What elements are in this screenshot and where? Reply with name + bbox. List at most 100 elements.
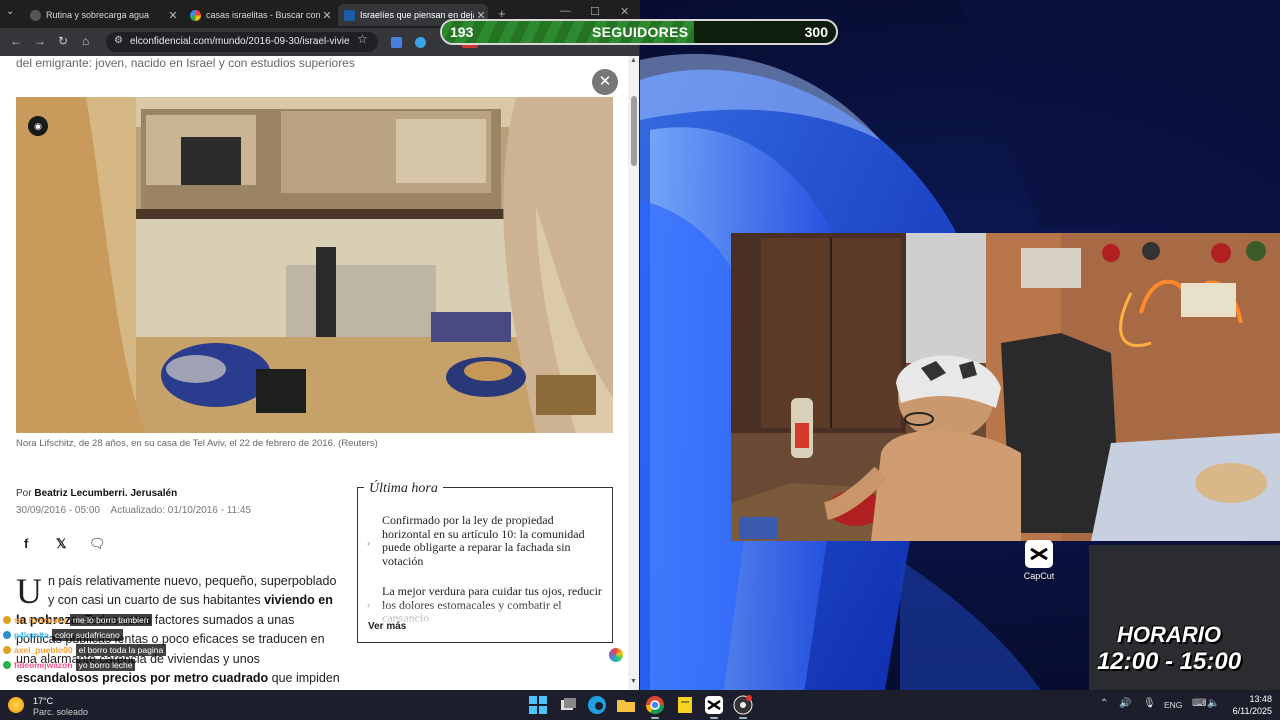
- start-icon[interactable]: [528, 695, 548, 715]
- followers-label: SEGUIDORES: [592, 24, 689, 40]
- photo-caption: Nora Lifschitz, de 28 años, en su casa d…: [16, 438, 378, 449]
- dropcap: U: [16, 571, 42, 611]
- page-scrollbar[interactable]: ▲ ▼: [628, 56, 639, 690]
- system-clock[interactable]: 13:48 6/11/2025: [1226, 693, 1272, 717]
- forward-icon[interactable]: →: [34, 34, 46, 48]
- site-info-icon[interactable]: ⚙: [114, 35, 123, 46]
- scroll-thumb[interactable]: [631, 96, 637, 166]
- byline: Por Beatriz Lecumberri. Jerusalén: [16, 488, 177, 499]
- followers-goal: 300: [804, 24, 828, 40]
- user-badge-icon: [3, 630, 11, 639]
- chevron-right-icon: ›: [367, 538, 370, 548]
- author-name[interactable]: Beatriz Lecumberri. Jerusalén: [34, 488, 177, 499]
- sticky-notes-icon[interactable]: [675, 695, 695, 715]
- breaking-news-heading: Última hora: [364, 481, 443, 497]
- chat-user: sn_hvazquez: [14, 614, 67, 625]
- news-item[interactable]: Confirmado por la ley de propiedad horiz…: [382, 513, 602, 568]
- chat-message: sn_hvazquez me lo borro tambien: [0, 612, 290, 627]
- user-badge-icon: [3, 660, 11, 669]
- show-hidden-icons-icon[interactable]: ⌃: [1100, 698, 1108, 709]
- file-explorer-icon[interactable]: [616, 695, 636, 715]
- see-more-link[interactable]: Ver más: [368, 621, 406, 632]
- user-badge-icon: [3, 645, 11, 654]
- tab-rutina[interactable]: Rutina y sobrecarga agua ✕: [24, 4, 180, 26]
- capcut-taskbar-icon[interactable]: [704, 695, 724, 719]
- translate-extension-icon[interactable]: [391, 37, 402, 48]
- chat-message: axel_pueblo00 el borro toda la pagina: [0, 642, 290, 657]
- temperature: 17°C: [33, 696, 54, 706]
- elconfidencial-icon: [344, 9, 355, 21]
- body-bold-2: escandalosos precios por metro cuadrado: [16, 671, 269, 686]
- taskbar: 17°C Parc. soleado ⌃ 🔊 🎙 ENG ⌨ 🔈 13:48 6…: [0, 690, 1280, 720]
- extension-icon[interactable]: [415, 37, 426, 48]
- minimize-icon[interactable]: —: [560, 5, 571, 17]
- published-date: 30/09/2016 - 05:00: [16, 505, 100, 516]
- stream-chat: sn_hvazquez me lo borro tambien p4lomita…: [0, 612, 290, 672]
- photo-expand-icon[interactable]: ◉: [28, 116, 48, 136]
- speaker-icon[interactable]: 🔊: [1119, 698, 1131, 709]
- followers-goal-bar: 193 SEGUIDORES 300: [440, 19, 838, 45]
- tab-title: casas israelitas - Buscar con Go: [206, 10, 320, 20]
- close-tab-icon[interactable]: ✕: [320, 9, 334, 22]
- facebook-share-icon[interactable]: f: [24, 536, 28, 551]
- volume-icon[interactable]: 🔈: [1207, 698, 1219, 709]
- maximize-icon[interactable]: ☐: [590, 5, 600, 18]
- stream-schedule: HORARIO 12:00 - 15:00: [1089, 622, 1249, 676]
- clock-time: 13:48: [1249, 694, 1272, 704]
- chat-user: p4lomita: [14, 629, 49, 640]
- obs-icon[interactable]: [733, 695, 753, 719]
- schedule-hours: 12:00 - 15:00: [1096, 648, 1242, 675]
- scroll-down-icon[interactable]: ▼: [630, 678, 637, 685]
- address-bar[interactable]: ⚙ elconfidencial.com/mundo/2016-09-30/is…: [106, 32, 378, 52]
- chat-text: color sudafricano: [51, 628, 123, 641]
- weather-sun-icon: [8, 697, 24, 713]
- followers-current: 193: [450, 24, 474, 40]
- close-overlay-button[interactable]: ✕: [592, 69, 618, 95]
- tab-title: Rutina y sobrecarga agua: [46, 10, 150, 20]
- chat-message: fideomijwazon yo borro leche: [0, 657, 290, 672]
- schedule-title: HORARIO: [1117, 622, 1221, 647]
- language-indicator[interactable]: ENG: [1164, 700, 1182, 710]
- byline-prefix: Por: [16, 488, 32, 499]
- article-dates: 30/09/2016 - 05:00 Actualizado: 01/10/20…: [16, 505, 251, 516]
- tab-search-icon[interactable]: ⌄: [6, 6, 14, 17]
- google-icon: [190, 9, 201, 21]
- edge-icon[interactable]: [587, 695, 607, 715]
- user-badge-icon: [3, 615, 11, 624]
- window-close-icon[interactable]: ✕: [620, 5, 629, 18]
- microphone-icon[interactable]: 🎙: [1143, 698, 1156, 709]
- home-icon[interactable]: ⌂: [82, 34, 89, 48]
- breaking-news-box: Última hora › Confirmado por la ley de p…: [357, 481, 613, 643]
- reload-icon[interactable]: ↻: [58, 34, 68, 48]
- chat-text: el borro toda la pagina: [75, 643, 167, 656]
- tab-google-search[interactable]: casas israelitas - Buscar con Go ✕: [184, 4, 334, 26]
- chat-user: axel_pueblo00: [14, 644, 73, 655]
- photo-illustration: [16, 97, 613, 433]
- chat-user: fideomijwazon: [14, 659, 73, 670]
- article-page: del emigrante: joven, nacido en Israel y…: [0, 56, 628, 690]
- capcut-icon: [1025, 540, 1053, 568]
- chrome-icon[interactable]: [645, 695, 665, 719]
- x-share-icon[interactable]: 𝕏: [56, 536, 66, 552]
- webcam-feed: [731, 233, 1280, 541]
- webcam-illustration: [731, 233, 1280, 541]
- chat-text: yo borro leche: [75, 658, 136, 671]
- article-subtitle: del emigrante: joven, nacido en Israel y…: [16, 56, 355, 70]
- back-icon[interactable]: ←: [10, 34, 22, 48]
- floating-widget-icon[interactable]: [609, 648, 623, 662]
- desktop-icon-label: CapCut: [1023, 571, 1055, 581]
- bookmark-star-icon[interactable]: ☆: [357, 32, 368, 46]
- capcut-desktop-icon[interactable]: CapCut: [1021, 540, 1057, 581]
- page-icon: [30, 9, 41, 21]
- chat-text: me lo borro tambien: [69, 613, 152, 626]
- network-icon[interactable]: ⌨: [1192, 698, 1206, 709]
- comment-icon[interactable]: 🗨: [89, 536, 106, 552]
- task-view-icon[interactable]: [558, 695, 578, 715]
- chat-message: p4lomita color sudafricano: [0, 627, 290, 642]
- scroll-up-icon[interactable]: ▲: [630, 57, 637, 64]
- close-tab-icon[interactable]: ✕: [166, 9, 180, 22]
- browser-window: ⌄ Rutina y sobrecarga agua ✕ casas israe…: [0, 0, 640, 690]
- url-text: elconfidencial.com/mundo/2016-09-30/isra…: [130, 36, 350, 47]
- article-photo[interactable]: ◉: [16, 97, 613, 433]
- weather-condition: Parc. soleado: [33, 707, 89, 717]
